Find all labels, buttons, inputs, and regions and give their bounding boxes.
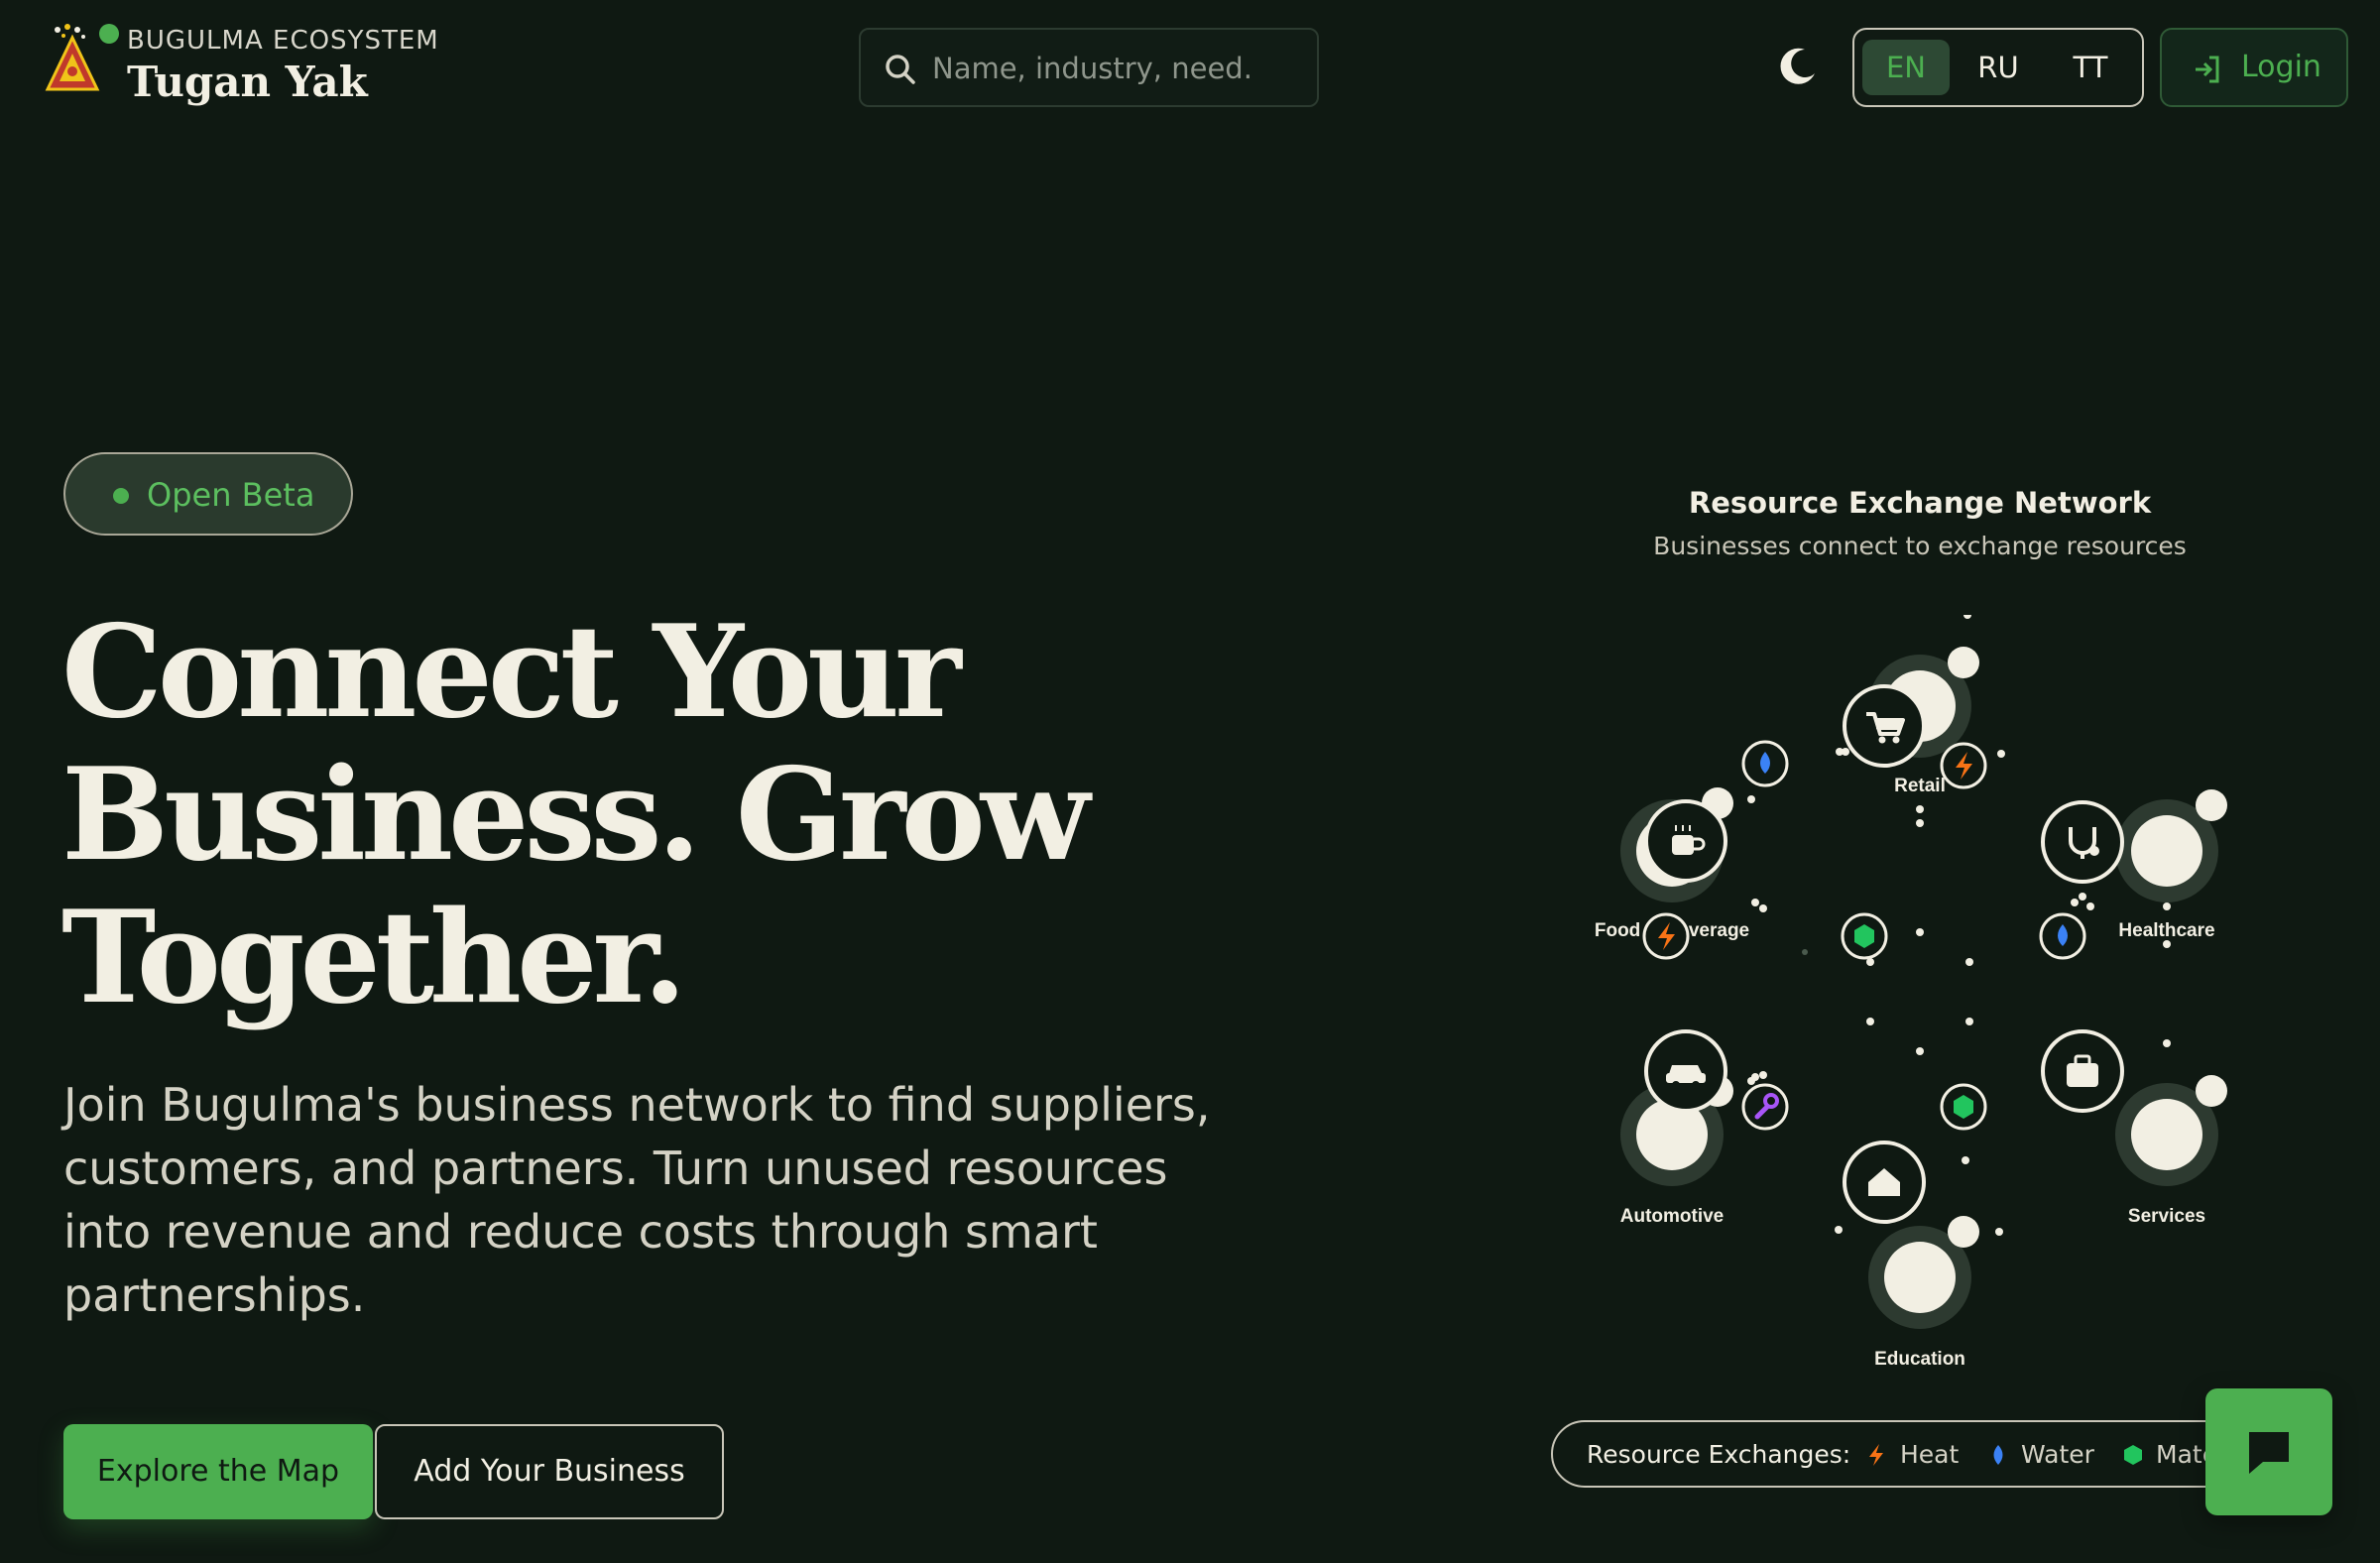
node-food-beverage [1620,787,1733,902]
lang-ru-option[interactable]: RU [1955,40,2042,95]
network-title: Resource Exchange Network [1688,486,2152,520]
chat-bubble-icon [2249,1432,2289,1474]
node-healthcare [2041,789,2227,902]
headline-line-2: Business. Grow [61,741,1090,890]
node-automotive [1620,1029,1733,1186]
node-education [1843,1141,1979,1329]
water-marker-2 [2039,912,2086,960]
search-icon [886,55,915,84]
materials-marker-1 [1841,912,1888,960]
hero-subtext: Join Bugulma's business network to find … [63,1078,1211,1322]
wrench-marker [1741,1083,1789,1131]
add-business-button[interactable]: Add Your Business [375,1424,724,1519]
status-dot [99,24,119,44]
lang-tt-option[interactable]: TT [2047,40,2134,95]
heat-marker-2 [1642,912,1690,960]
brand[interactable]: BUGULMA ECOSYSTEM Tugan Yak [44,24,440,113]
node-label-retail: Retail [1894,776,1946,796]
hexagon-icon [2124,1445,2142,1465]
headline-line-3: Together. [61,884,687,1032]
resource-legend: Resource Exchanges: Heat Water Materials [1551,1420,2285,1488]
login-label: Login [2241,50,2321,84]
badge-label: Open Beta [147,476,315,514]
login-icon [2196,56,2219,83]
heat-marker-1 [1940,742,1987,789]
resource-network-diagram: Retail Healthcare Services Education Aut… [1527,615,2313,1408]
open-beta-badge: Open Beta [63,452,353,536]
node-label-services: Services [2128,1206,2205,1227]
login-button[interactable]: Login [2160,28,2348,107]
brand-name: Tugan Yak [127,58,368,106]
lightning-icon [1869,1444,1883,1466]
droplet-icon [1993,1445,2003,1465]
hero-headline: Connect Your Business. Grow Together. [61,601,1152,1029]
node-label-automotive: Automotive [1620,1206,1725,1227]
legend-title: Resource Exchanges: [1587,1440,1851,1469]
materials-marker-2 [1940,1083,1987,1131]
search-box[interactable] [859,28,1319,107]
network-subtitle: Businesses connect to exchange resources [1653,532,2187,560]
pyramid-emblem-logo [45,24,100,91]
node-label-education: Education [1874,1349,1965,1370]
explore-map-button[interactable]: Explore the Map [63,1424,373,1519]
legend-label-heat: Heat [1900,1440,1960,1469]
moon-icon[interactable] [1775,44,1821,89]
node-services [2041,1029,2227,1186]
badge-dot [113,488,129,504]
headline-line-1: Connect Your [61,598,962,747]
legend-label-water: Water [2021,1440,2094,1469]
chat-button[interactable] [2205,1388,2332,1515]
search-input[interactable] [932,46,1299,91]
network-svg: Retail Healthcare Services Education Aut… [1595,615,2227,1370]
brand-eyebrow: BUGULMA ECOSYSTEM [127,26,439,56]
node-label-healthcare: Healthcare [2118,920,2214,941]
water-marker-1 [1741,740,1789,787]
language-switcher[interactable]: EN RU TT [1852,28,2144,107]
lang-en-option[interactable]: EN [1862,40,1950,95]
